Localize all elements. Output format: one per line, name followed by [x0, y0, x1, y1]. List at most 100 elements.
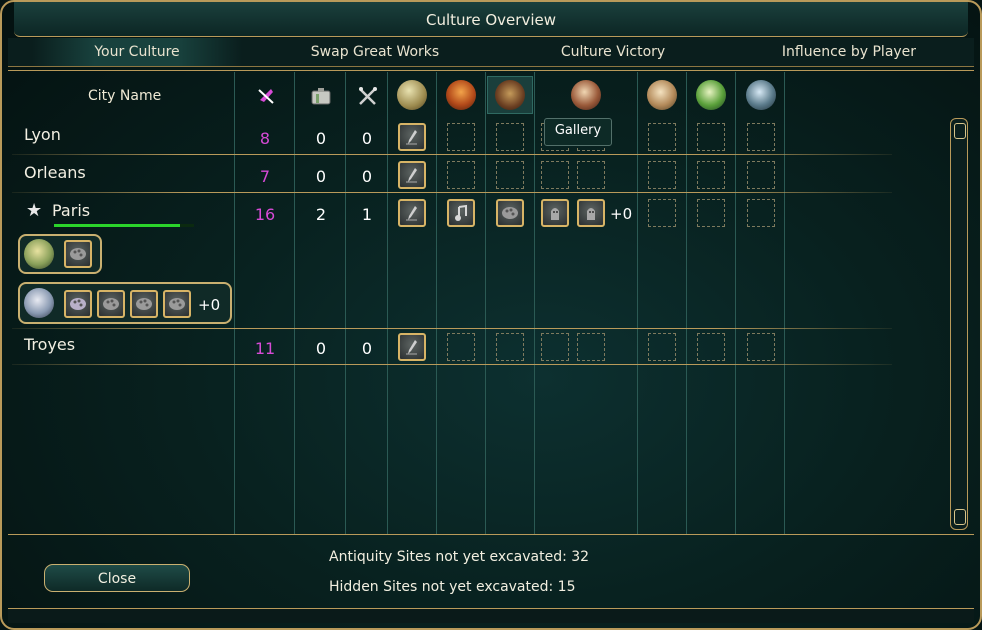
paris-louvre-panel[interactable]: +0 [18, 282, 232, 324]
row-divider [12, 154, 892, 155]
tab-your-culture[interactable]: Your Culture [32, 38, 242, 66]
empty-slot[interactable] [577, 333, 605, 361]
empty-slot[interactable] [577, 161, 605, 189]
writing-work-icon[interactable] [398, 333, 426, 361]
row-divider [12, 328, 892, 329]
empty-slot[interactable] [447, 333, 475, 361]
tourism-value: 11 [254, 339, 276, 358]
empty-slot[interactable] [697, 161, 725, 189]
column-divider [534, 72, 535, 534]
great-works-icon[interactable] [310, 86, 332, 110]
antiquity-value: 0 [361, 167, 373, 186]
tourism-value: 7 [259, 167, 271, 186]
tourism-value: 16 [254, 205, 276, 224]
window-title: Culture Overview [426, 11, 556, 29]
music-slot-icon[interactable] [446, 80, 476, 110]
paris-wonder-panel[interactable] [18, 234, 102, 274]
city-name-orleans[interactable]: Orleans [24, 163, 86, 182]
tab-swap-great-works[interactable]: Swap Great Works [270, 44, 480, 60]
antiquity-sites-text: Antiquity Sites not yet excavated: 32 [329, 549, 590, 565]
tab-culture-victory[interactable]: Culture Victory [508, 44, 718, 60]
empty-slot[interactable] [496, 333, 524, 361]
tab-influence-by-player[interactable]: Influence by Player [744, 44, 954, 60]
column-divider [294, 72, 295, 534]
table-top-border [8, 70, 974, 71]
louvre-theme-bonus: +0 [198, 296, 221, 314]
tourism-icon[interactable] [256, 86, 276, 110]
column-divider [686, 72, 687, 534]
empty-slot[interactable] [648, 199, 676, 227]
great-works-value: 0 [315, 339, 327, 358]
empty-slot[interactable] [496, 161, 524, 189]
empty-slot[interactable] [697, 199, 725, 227]
tab-bar: Your Culture Swap Great Works Culture Vi… [8, 38, 974, 67]
row-divider [12, 364, 892, 365]
column-divider [387, 72, 388, 534]
column-divider [345, 72, 346, 534]
wonder-building-icon [24, 239, 54, 269]
writing-work-icon[interactable] [398, 161, 426, 189]
column-divider [637, 72, 638, 534]
row-divider [12, 192, 892, 193]
column-divider [234, 72, 235, 534]
city-name-lyon[interactable]: Lyon [24, 125, 61, 144]
close-button[interactable]: Close [44, 564, 190, 592]
vertical-scrollbar[interactable] [950, 118, 968, 530]
empty-slot[interactable] [648, 333, 676, 361]
scroll-up-handle[interactable] [954, 123, 966, 139]
column-divider [784, 72, 785, 534]
capital-star-icon: ★ [26, 200, 43, 221]
empty-slot[interactable] [541, 161, 569, 189]
antiquity-value: 1 [361, 205, 373, 224]
empty-slot[interactable] [697, 333, 725, 361]
empty-slot[interactable] [541, 333, 569, 361]
empty-slot[interactable] [747, 123, 775, 151]
column-divider [735, 72, 736, 534]
scroll-down-handle[interactable] [954, 509, 966, 525]
artifact-work-icon[interactable] [577, 199, 605, 227]
city-health-bar [54, 224, 180, 227]
empty-slot[interactable] [747, 161, 775, 189]
writing-slot-icon[interactable] [397, 80, 427, 110]
culture-overview-window: Culture Overview Your Culture Swap Great… [0, 0, 982, 630]
wonder-icon[interactable] [746, 80, 776, 110]
footer-divider [8, 534, 974, 535]
music-work-icon[interactable] [447, 199, 475, 227]
gallery-icon[interactable] [571, 80, 601, 110]
empty-slot[interactable] [648, 123, 676, 151]
city-name-paris[interactable]: Paris [52, 201, 90, 220]
empty-slot[interactable] [747, 333, 775, 361]
gallery-tooltip: Gallery [544, 118, 612, 146]
empty-slot[interactable] [447, 161, 475, 189]
artifact-work-icon[interactable] [541, 199, 569, 227]
tourism-value: 8 [259, 129, 271, 148]
art-work-icon[interactable] [496, 199, 524, 227]
antiquity-sites-icon[interactable] [357, 86, 379, 110]
art-work-icon[interactable] [64, 240, 92, 268]
wonder-icon[interactable] [647, 80, 677, 110]
art-slot-icon[interactable] [495, 80, 525, 110]
empty-slot[interactable] [447, 123, 475, 151]
empty-slot[interactable] [496, 123, 524, 151]
column-header-city-name[interactable]: City Name [88, 88, 161, 104]
art-work-icon[interactable] [163, 290, 191, 318]
wonder-icon[interactable] [696, 80, 726, 110]
column-divider [436, 72, 437, 534]
bottom-bar [8, 608, 974, 623]
art-work-icon[interactable] [130, 290, 158, 318]
empty-slot[interactable] [697, 123, 725, 151]
art-work-icon[interactable] [97, 290, 125, 318]
louvre-building-icon [24, 288, 54, 318]
antiquity-value: 0 [361, 129, 373, 148]
hidden-sites-text: Hidden Sites not yet excavated: 15 [329, 579, 576, 595]
writing-work-icon[interactable] [398, 199, 426, 227]
antiquity-value: 0 [361, 339, 373, 358]
writing-work-icon[interactable] [398, 123, 426, 151]
empty-slot[interactable] [747, 199, 775, 227]
column-divider [485, 72, 486, 534]
city-name-troyes[interactable]: Troyes [24, 335, 75, 354]
gallery-theme-bonus: +0 [610, 205, 633, 223]
art-work-icon[interactable] [64, 290, 92, 318]
great-works-value: 0 [315, 167, 327, 186]
empty-slot[interactable] [648, 161, 676, 189]
